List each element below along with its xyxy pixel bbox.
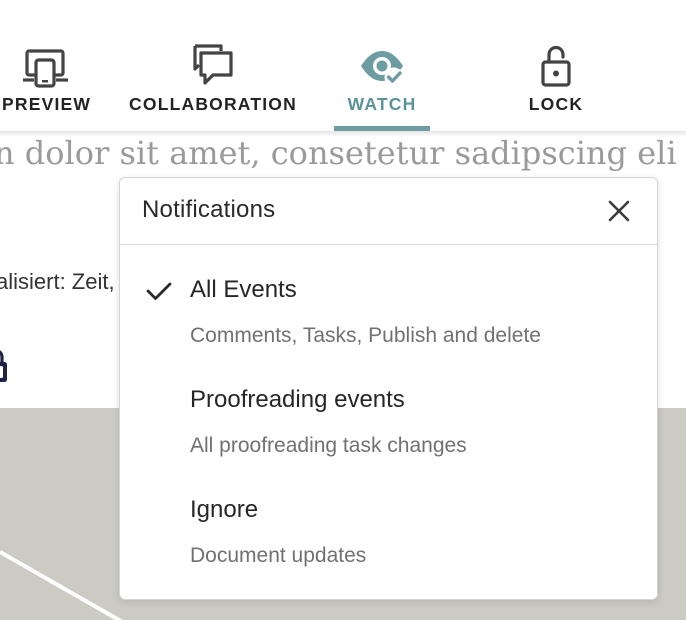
option-description: All proofreading task changes bbox=[190, 434, 467, 457]
option-title: Ignore bbox=[190, 496, 259, 523]
watch-label: WATCH bbox=[347, 94, 417, 114]
close-icon bbox=[608, 200, 630, 222]
checkmark-icon bbox=[145, 277, 173, 305]
unlocked-padlock-icon bbox=[532, 42, 580, 90]
close-button[interactable] bbox=[604, 196, 634, 226]
chat-bubbles-icon bbox=[189, 42, 237, 90]
option-title: All Events bbox=[190, 276, 297, 303]
option-title: Proofreading events bbox=[190, 386, 405, 413]
toolbar-shadow bbox=[0, 131, 686, 137]
collaboration-label: COLLABORATION bbox=[129, 94, 297, 114]
preview-tool-button[interactable]: PREVIEW bbox=[0, 0, 98, 132]
lock-icon bbox=[0, 348, 12, 384]
collaboration-tool-button[interactable]: COLLABORATION bbox=[122, 0, 304, 132]
lock-label: LOCK bbox=[528, 94, 584, 114]
toolbar: PREVIEW COLLABORATION WATCH LOCK bbox=[0, 0, 686, 132]
lock-tool-button[interactable]: LOCK bbox=[510, 0, 602, 132]
notifications-popover: Notifications All Events Comments, Tasks… bbox=[119, 177, 658, 600]
watch-tool-button[interactable]: WATCH bbox=[334, 0, 430, 132]
option-description: Document updates bbox=[190, 544, 367, 567]
option-all-events[interactable]: All Events Comments, Tasks, Publish and … bbox=[120, 262, 657, 372]
popover-header: Notifications bbox=[120, 178, 657, 245]
document-body-text: n dolor sit amet, consetetur sadipscing … bbox=[0, 134, 686, 172]
preview-label: PREVIEW bbox=[2, 94, 92, 114]
eye-check-icon bbox=[358, 42, 406, 90]
preview-devices-icon bbox=[22, 42, 70, 90]
popover-title: Notifications bbox=[142, 196, 276, 223]
option-proofreading-events[interactable]: Proofreading events All proofreading tas… bbox=[120, 372, 657, 482]
option-ignore[interactable]: Ignore Document updates bbox=[120, 482, 657, 592]
document-text-line: n dolor sit amet, consetetur sadipscing … bbox=[0, 134, 677, 172]
document-meta-text: alisiert: Zeit, bbox=[0, 269, 115, 294]
option-description: Comments, Tasks, Publish and delete bbox=[190, 324, 541, 347]
